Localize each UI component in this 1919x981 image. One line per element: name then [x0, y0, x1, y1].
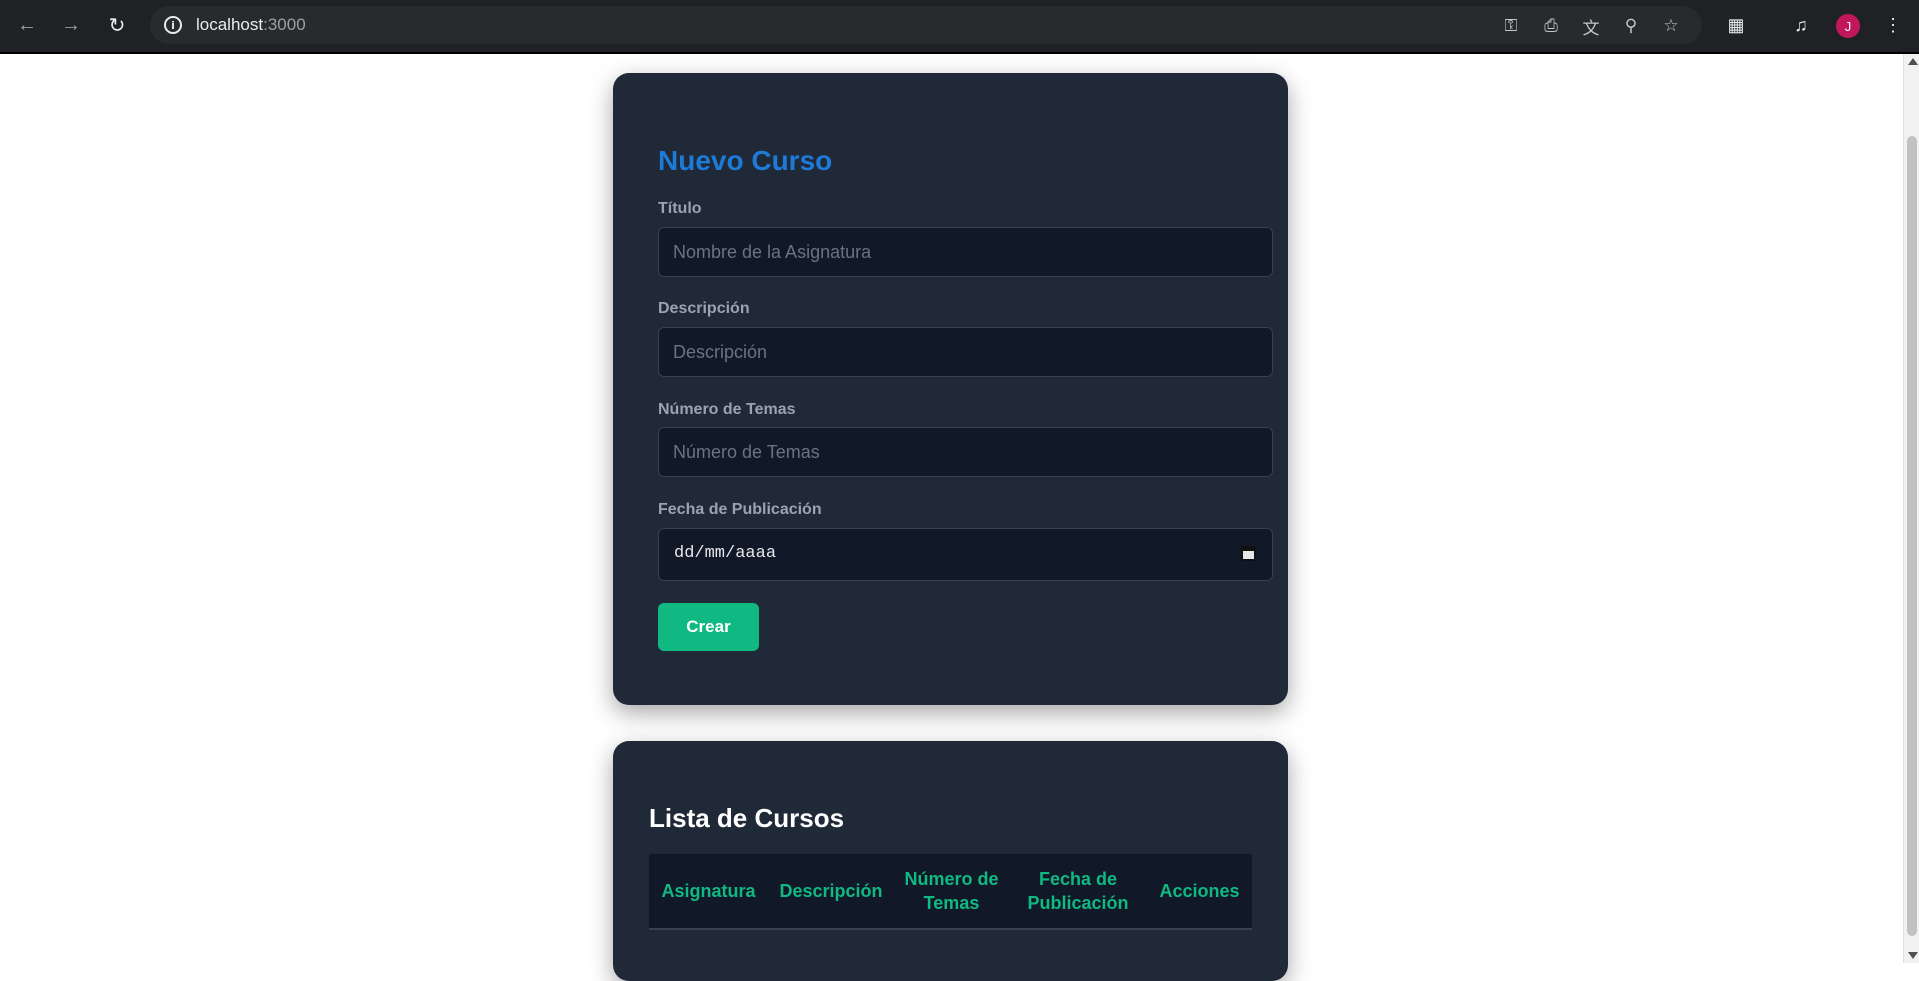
menu-kebab-icon[interactable]: ⋮: [1880, 12, 1906, 38]
browser-toolbar: ← → ↻ i localhost:3000 ⚿ ⎙ 文 ⚲ ☆ ▦ ♫ J ⋮: [0, 0, 1919, 54]
column-header-fecha-publicacion: Fecha de Publicación: [1027, 869, 1129, 913]
course-list: Lista de Cursos Asignatura Descripción N…: [613, 741, 1288, 981]
install-app-icon[interactable]: ⎙: [1539, 14, 1563, 38]
site-info-icon[interactable]: i: [164, 16, 182, 34]
course-table-header: Asignatura Descripción Número de Temas F…: [649, 854, 1252, 930]
title-label: Título: [658, 200, 702, 217]
column-header-acciones: Acciones: [1159, 881, 1240, 901]
topic-count-input[interactable]: [658, 427, 1273, 477]
create-button[interactable]: Crear: [658, 603, 759, 651]
scroll-thumb[interactable]: [1907, 136, 1917, 936]
topic-count-label: Número de Temas: [658, 401, 796, 418]
description-input[interactable]: [658, 327, 1273, 377]
translate-icon[interactable]: 文: [1579, 14, 1603, 38]
new-course-form: Nuevo Curso Título Descripción Número de…: [613, 73, 1288, 705]
reload-icon[interactable]: ↻: [102, 10, 132, 40]
extensions-icon[interactable]: ▦: [1723, 12, 1749, 38]
scroll-up-icon[interactable]: [1908, 58, 1918, 65]
url-text[interactable]: localhost:3000: [196, 15, 306, 35]
column-header-numero-temas: Número de Temas: [904, 869, 999, 913]
media-controls-icon[interactable]: ♫: [1788, 12, 1814, 38]
url-port: :3000: [263, 15, 306, 34]
column-header-descripcion: Descripción: [779, 881, 883, 901]
bookmark-star-icon[interactable]: ☆: [1659, 14, 1683, 38]
list-title: Lista de Cursos: [649, 803, 845, 833]
back-icon[interactable]: ←: [12, 10, 42, 40]
publication-date-input[interactable]: dd/mm/aaaa: [658, 528, 1273, 581]
calendar-icon[interactable]: [1241, 546, 1256, 561]
page-scrollbar[interactable]: [1903, 54, 1919, 963]
profile-avatar[interactable]: J: [1836, 14, 1860, 38]
date-placeholder: dd/mm/aaaa: [674, 544, 777, 563]
scroll-down-icon[interactable]: [1908, 952, 1918, 959]
zoom-icon[interactable]: ⚲: [1619, 14, 1643, 38]
description-label: Descripción: [658, 300, 750, 317]
address-bar[interactable]: i localhost:3000 ⚿ ⎙ 文 ⚲ ☆: [150, 6, 1702, 44]
title-input[interactable]: [658, 227, 1273, 277]
url-host: localhost: [196, 15, 264, 34]
publication-date-label: Fecha de Publicación: [658, 501, 822, 518]
form-title: Nuevo Curso: [658, 145, 833, 176]
password-key-icon[interactable]: ⚿: [1499, 14, 1523, 38]
column-header-asignatura: Asignatura: [661, 881, 756, 901]
forward-icon[interactable]: →: [56, 10, 86, 40]
